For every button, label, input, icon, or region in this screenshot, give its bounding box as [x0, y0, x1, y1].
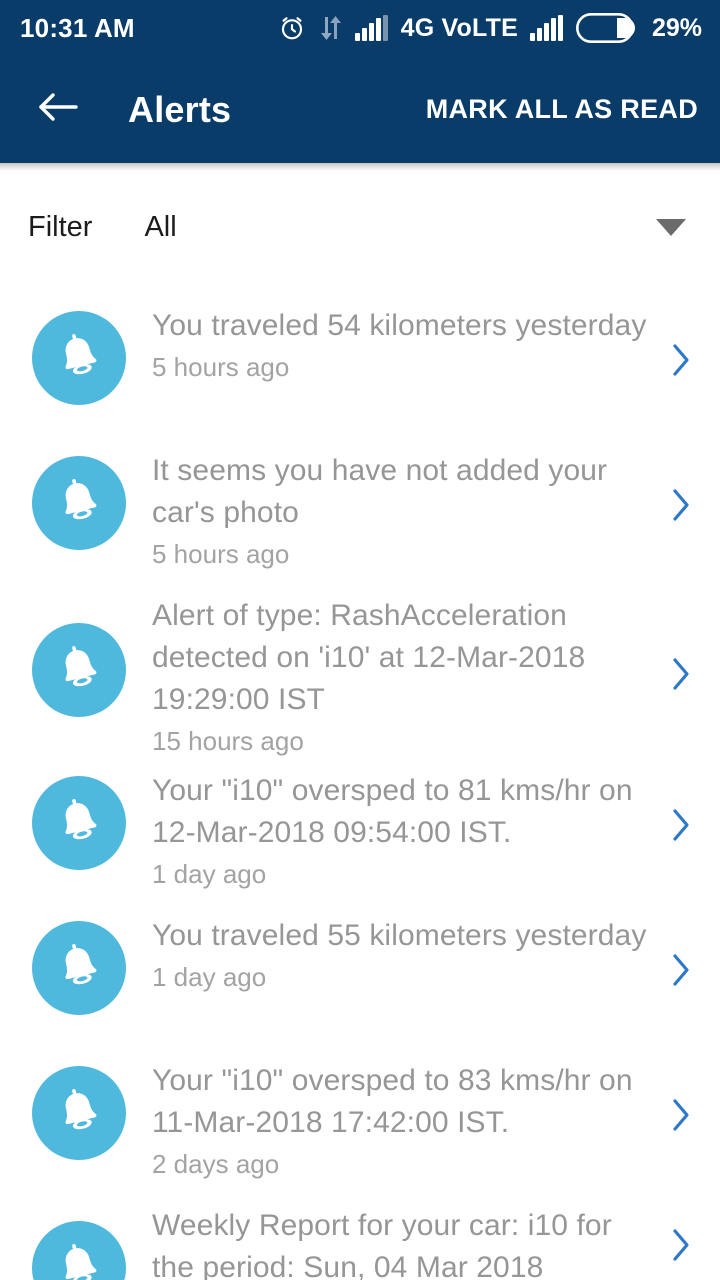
alert-message: Your "i10" oversped to 83 kms/hr on 11-M… — [152, 1064, 633, 1139]
alert-content: You traveled 55 kilometers yesterday 1 d… — [126, 915, 664, 995]
app-bar-shadow — [0, 163, 720, 171]
bell-icon — [53, 642, 105, 699]
status-bar-time: 10:31 AM — [20, 12, 135, 43]
alert-timestamp: 5 hours ago — [152, 539, 290, 569]
alert-message: Alert of type: RashAcceleration detected… — [152, 599, 586, 716]
app-bar: Alerts MARK ALL AS READ — [0, 56, 720, 163]
filter-selected-value[interactable]: All — [144, 211, 176, 244]
alert-timestamp: 2 days ago — [152, 1149, 280, 1179]
mark-all-as-read-button[interactable]: MARK ALL AS READ — [422, 86, 702, 133]
bell-icon — [53, 1240, 105, 1280]
avatar — [32, 456, 126, 550]
avatar — [32, 921, 126, 1015]
alert-message: Weekly Report for your car: i10 for the … — [152, 1209, 612, 1280]
avatar — [32, 1221, 126, 1280]
alert-list-item[interactable]: Your "i10" oversped to 83 kms/hr on 11-M… — [0, 1038, 720, 1183]
bell-icon — [53, 795, 105, 852]
chevron-right-icon[interactable] — [664, 485, 698, 525]
status-bar: 10:31 AM 4G VoLTE 29% — [0, 0, 720, 56]
data-transfer-icon — [319, 14, 343, 42]
alert-list-item[interactable]: You traveled 55 kilometers yesterday 1 d… — [0, 893, 720, 1038]
bell-icon — [53, 330, 105, 387]
alert-content: It seems you have not added your car's p… — [126, 450, 664, 572]
bell-icon — [53, 940, 105, 997]
alert-list-item[interactable]: Weekly Report for your car: i10 for the … — [0, 1183, 720, 1280]
alert-message: You traveled 55 kilometers yesterday — [152, 919, 647, 952]
alert-timestamp: 5 hours ago — [152, 352, 290, 382]
alert-timestamp: 1 day ago — [152, 859, 267, 889]
back-arrow-icon — [36, 90, 80, 129]
alert-list-item[interactable]: Alert of type: RashAcceleration detected… — [0, 573, 720, 756]
signal-bars-icon — [354, 15, 389, 41]
alarm-clock-icon — [277, 13, 307, 43]
battery-icon — [575, 13, 638, 43]
status-bar-icons: 4G VoLTE 29% — [277, 13, 702, 43]
chevron-right-icon[interactable] — [664, 805, 698, 845]
network-type-label: 4G VoLTE — [400, 13, 518, 42]
avatar — [32, 1066, 126, 1160]
battery-percent-label: 29% — [651, 13, 702, 42]
alert-timestamp: 1 day ago — [152, 962, 267, 992]
page-title: Alerts — [128, 88, 232, 130]
bell-icon — [53, 475, 105, 532]
bell-icon — [53, 1085, 105, 1142]
alert-list-item[interactable]: You traveled 54 kilometers yesterday 5 h… — [0, 283, 720, 428]
alert-content: Weekly Report for your car: i10 for the … — [126, 1205, 664, 1280]
alert-list-item[interactable]: It seems you have not added your car's p… — [0, 428, 720, 573]
alert-message: You traveled 54 kilometers yesterday — [152, 309, 647, 342]
filter-row[interactable]: Filter All — [0, 171, 720, 283]
chevron-right-icon[interactable] — [664, 654, 698, 694]
alert-content: Your "i10" oversped to 83 kms/hr on 11-M… — [126, 1060, 664, 1182]
alert-list-item[interactable]: Your "i10" oversped to 81 kms/hr on 12-M… — [0, 748, 720, 893]
chevron-down-icon[interactable] — [656, 218, 686, 236]
chevron-right-icon[interactable] — [664, 340, 698, 380]
avatar — [32, 623, 126, 717]
alert-message: Your "i10" oversped to 81 kms/hr on 12-M… — [152, 774, 633, 849]
alert-content: Your "i10" oversped to 81 kms/hr on 12-M… — [126, 770, 664, 892]
avatar — [32, 311, 126, 405]
chevron-right-icon[interactable] — [664, 1095, 698, 1135]
avatar — [32, 776, 126, 870]
filter-label: Filter — [28, 210, 93, 243]
alert-list: You traveled 54 kilometers yesterday 5 h… — [0, 283, 720, 1280]
chevron-right-icon[interactable] — [664, 950, 698, 990]
chevron-right-icon[interactable] — [664, 1225, 698, 1265]
signal-bars-icon — [529, 15, 564, 41]
alert-content: Alert of type: RashAcceleration detected… — [126, 595, 664, 759]
alert-message: It seems you have not added your car's p… — [152, 454, 608, 529]
alert-content: You traveled 54 kilometers yesterday 5 h… — [126, 305, 664, 385]
back-button[interactable] — [34, 86, 82, 134]
